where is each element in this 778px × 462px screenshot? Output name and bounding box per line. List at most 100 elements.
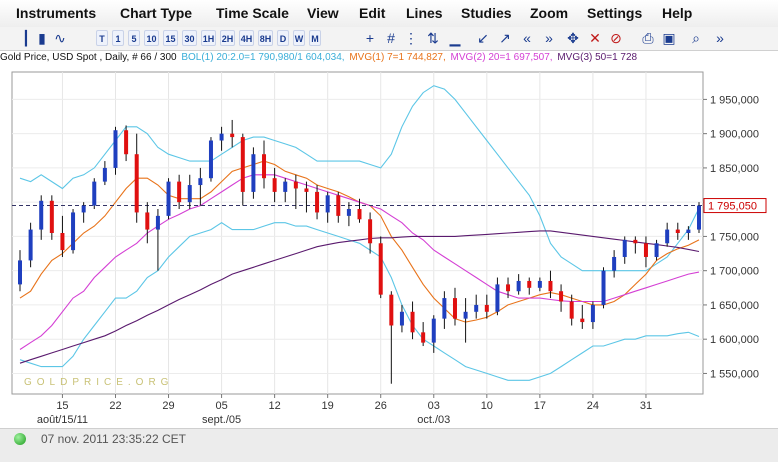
candle-body — [134, 154, 139, 213]
candle-body — [580, 318, 585, 323]
zoom-in-icon[interactable]: ↗ — [497, 29, 513, 47]
candle-body — [697, 205, 701, 230]
x-tick-label: 17 — [534, 400, 546, 412]
menu-instruments[interactable]: Instruments — [16, 5, 96, 21]
x-tick-label: 22 — [109, 400, 121, 412]
compare-icon[interactable]: ⇅ — [425, 29, 441, 47]
candle-body — [590, 304, 595, 323]
candle-body — [378, 243, 383, 295]
menu-zoom[interactable]: Zoom — [530, 5, 568, 21]
candle-body — [272, 178, 277, 192]
volume-icon[interactable]: ▁ — [447, 29, 463, 47]
candle-body — [92, 181, 97, 206]
toolbar: ┃ ▮ ∿ + # ⋮ ⇅ ▁ ↙ ↗ «» ✥ ✕ ⊘ ⎙ ▣ ⌕» T 1 5 10 15 30 1H 2H 4H 8H D W M — [0, 27, 778, 51]
candle-body — [484, 304, 489, 312]
candle — [166, 178, 171, 220]
dotted-grid-icon[interactable]: ⋮ — [403, 29, 419, 47]
save-icon[interactable]: ▣ — [661, 29, 677, 47]
candle-body — [177, 181, 182, 203]
zoom-out-icon[interactable]: ↙ — [475, 29, 491, 47]
timescale-d-button[interactable]: D — [277, 30, 289, 46]
candle-body — [431, 318, 436, 343]
menu-view[interactable]: View — [307, 5, 339, 21]
menu-edit[interactable]: Edit — [359, 5, 385, 21]
x-tick-label: 19 — [322, 400, 334, 412]
candle-body — [410, 311, 415, 333]
menu-settings[interactable]: Settings — [587, 5, 642, 21]
x-tick-sublabel: août/15/11 — [37, 414, 88, 426]
candle-body — [654, 243, 659, 257]
y-tick-label: 1 550,000 — [710, 368, 759, 380]
candle — [378, 236, 383, 299]
candle-body — [675, 229, 680, 233]
candle-body — [60, 233, 65, 251]
candle-body — [686, 229, 691, 233]
menu-chart-type[interactable]: Chart Type — [120, 5, 192, 21]
candle — [601, 267, 606, 309]
candle-body — [452, 298, 457, 319]
pan-icon[interactable]: ✥ — [565, 29, 581, 47]
timescale-30-button[interactable]: 30 — [182, 30, 197, 46]
candle-body — [187, 185, 192, 203]
timescale-1h-button[interactable]: 1H — [201, 30, 216, 46]
candle-body — [251, 154, 256, 192]
y-tick-label: 1 650,000 — [710, 300, 759, 312]
y-tick-label: 1 900,000 — [710, 129, 759, 141]
candle-body — [537, 280, 542, 288]
y-tick-label: 1 700,000 — [710, 266, 759, 278]
timescale-w-button[interactable]: W — [293, 30, 305, 46]
bar-chart-icon[interactable]: ┃ — [18, 29, 34, 47]
timescale-15-button[interactable]: 15 — [163, 30, 178, 46]
magnify-icon[interactable]: ⌕ — [688, 29, 704, 47]
candle-body — [665, 229, 670, 244]
scroll-left-icon[interactable]: « — [519, 29, 535, 47]
candle-body — [102, 167, 107, 182]
candle-body — [113, 130, 118, 168]
candle-body — [633, 239, 638, 244]
timescale-2h-button[interactable]: 2H — [220, 30, 235, 46]
candle-body — [612, 256, 617, 271]
timescale-5-button[interactable]: 5 — [128, 30, 140, 46]
price-chart[interactable]: 1 550,000 1 600,000 1 650,000 1 700,000 1 75… — [0, 66, 778, 428]
scroll-right-icon[interactable]: » — [541, 29, 557, 47]
candle — [92, 178, 97, 210]
candle-body — [315, 191, 320, 213]
timescale-4h-button[interactable]: 4H — [239, 30, 254, 46]
status-timestamp: 07 nov. 2011 23:35:22 CET — [41, 432, 186, 446]
clear-icon[interactable]: ⊘ — [608, 29, 624, 47]
candle — [113, 126, 118, 175]
candle-body — [506, 284, 511, 292]
candle-body — [516, 280, 521, 292]
x-tick-label: 24 — [587, 400, 599, 412]
candle-body — [49, 200, 54, 233]
delete-icon[interactable]: ✕ — [587, 29, 603, 47]
candle-body — [71, 212, 76, 251]
timescale-t-button[interactable]: T — [96, 30, 108, 46]
timescale-m-button[interactable]: M — [309, 30, 321, 46]
candlestick-icon[interactable]: ▮ — [34, 29, 50, 47]
expand-icon[interactable]: » — [712, 29, 728, 47]
x-tick-label: 10 — [481, 400, 493, 412]
last-price-label: 1 795,050 — [708, 201, 757, 213]
candle-body — [495, 284, 500, 312]
x-tick-sublabel: oct./03 — [417, 414, 450, 426]
mvg7-label: MVG(1) 7=1 744,827, — [349, 52, 446, 63]
menu-help[interactable]: Help — [662, 5, 692, 21]
candle-body — [389, 294, 394, 326]
grid-icon[interactable]: # — [383, 29, 399, 47]
y-tick-label: 1 950,000 — [710, 94, 759, 106]
print-icon[interactable]: ⎙ — [640, 29, 656, 47]
candle-body — [230, 133, 235, 138]
candle-body — [219, 133, 224, 141]
menu-studies[interactable]: Studies — [461, 5, 512, 21]
line-chart-icon[interactable]: ∿ — [52, 29, 68, 47]
candle-body — [548, 280, 553, 292]
timescale-10-button[interactable]: 10 — [144, 30, 159, 46]
candle-body — [166, 181, 171, 216]
timescale-8h-button[interactable]: 8H — [258, 30, 273, 46]
crosshair-icon[interactable]: + — [362, 29, 378, 47]
y-tick-label: 1 850,000 — [710, 163, 759, 175]
timescale-1-button[interactable]: 1 — [112, 30, 124, 46]
menu-time-scale[interactable]: Time Scale — [216, 5, 289, 21]
menu-lines[interactable]: Lines — [406, 5, 443, 21]
